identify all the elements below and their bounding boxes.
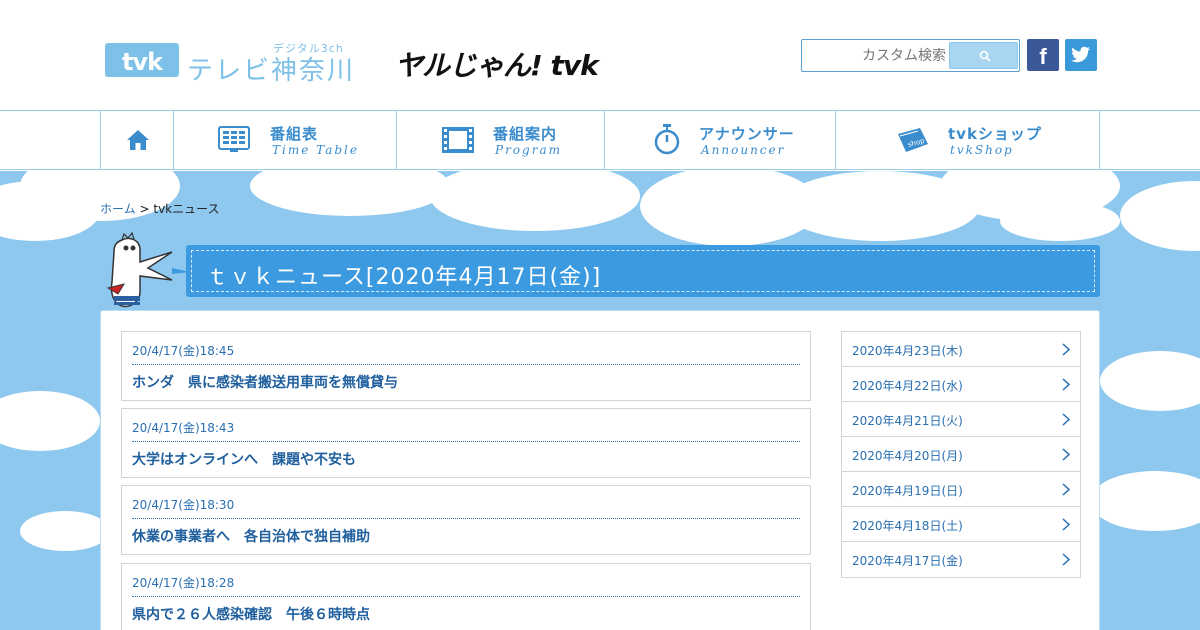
news-timestamp: 20/4/17(金)18:28 <box>132 576 235 590</box>
news-title-link[interactable]: 県内で２６人感染確認 午後６時時点 <box>132 604 370 624</box>
date-link[interactable]: 2020年4月20日(月) <box>852 447 963 464</box>
news-title-link[interactable]: ホンダ 県に感染者搬送用車両を無償貸与 <box>132 372 398 392</box>
date-link[interactable]: 2020年4月18日(土) <box>852 517 963 534</box>
breadcrumb-separator: > <box>139 202 150 216</box>
news-divider <box>132 441 800 442</box>
nav-tvk-shop[interactable]: shop tvkショップ tvkShop <box>836 111 1100 169</box>
nav-announcer-jp: アナウンサー <box>699 125 795 143</box>
nav-time-table-jp: 番組表 <box>270 125 319 143</box>
news-item[interactable]: 20/4/17(金)18:30 休業の事業者へ 各自治体で独自補助 <box>121 485 811 555</box>
date-list-item[interactable]: 2020年4月23日(木) <box>842 332 1080 367</box>
tvk-logo-mark: tvk <box>105 43 179 77</box>
nav-tvk-shop-jp: tvkショップ <box>948 125 1042 143</box>
date-list-item[interactable]: 2020年4月21日(火) <box>842 402 1080 437</box>
facebook-icon[interactable]: f <box>1027 39 1059 71</box>
date-list-item[interactable]: 2020年4月18日(土) <box>842 507 1080 542</box>
shop-bag-icon: shop <box>898 128 928 152</box>
news-title-link[interactable]: 休業の事業者へ 各自治体で独自補助 <box>132 526 370 546</box>
nav-program[interactable]: 番組案内 Program <box>397 111 605 169</box>
date-archive-list: 2020年4月23日(木) 2020年4月22日(水) 2020年4月21日(火… <box>841 331 1081 578</box>
news-item[interactable]: 20/4/17(金)18:43 大学はオンラインへ 課題や不安も <box>121 408 811 478</box>
nav-home[interactable] <box>100 111 174 169</box>
search-icon <box>979 50 991 62</box>
news-divider <box>132 596 800 597</box>
chevron-right-icon <box>1062 518 1070 531</box>
date-list-item[interactable]: 2020年4月20日(月) <box>842 437 1080 472</box>
stopwatch-icon <box>654 124 680 155</box>
site-header: tvk デジタル3ch テレビ神奈川 ヤルじゃん! tvk f <box>0 0 1200 110</box>
chevron-right-icon <box>1062 343 1070 356</box>
twitter-bird-icon <box>1071 46 1090 63</box>
page-title-frame: ｔｖｋニュース[2020年4月17日(金)] <box>191 250 1095 292</box>
chevron-right-icon <box>1062 378 1070 391</box>
custom-search <box>801 39 1020 72</box>
slogan-logo: ヤルじゃん! tvk <box>395 49 599 82</box>
film-icon <box>442 127 474 153</box>
chevron-right-icon <box>1062 553 1070 566</box>
nav-program-en: Program <box>495 143 562 157</box>
date-list-item[interactable]: 2020年4月22日(水) <box>842 367 1080 402</box>
date-list-item[interactable]: 2020年4月19日(日) <box>842 472 1080 507</box>
nav-announcer-en: Announcer <box>701 143 786 157</box>
breadcrumb-current: tvkニュース <box>153 202 220 216</box>
tvk-logo[interactable]: tvk デジタル3ch テレビ神奈川 <box>105 40 365 86</box>
news-item[interactable]: 20/4/17(金)18:45 ホンダ 県に感染者搬送用車両を無償貸与 <box>121 331 811 401</box>
date-link[interactable]: 2020年4月21日(火) <box>852 412 963 429</box>
chevron-right-icon <box>1062 448 1070 461</box>
breadcrumb: ホーム > tvkニュース <box>100 200 220 217</box>
home-icon <box>127 130 149 150</box>
news-timestamp: 20/4/17(金)18:30 <box>132 498 235 512</box>
nav-announcer[interactable]: アナウンサー Announcer <box>605 111 836 169</box>
news-divider <box>132 364 800 365</box>
content-panel: 20/4/17(金)18:45 ホンダ 県に感染者搬送用車両を無償貸与 20/4… <box>100 310 1100 630</box>
nav-time-table-en: Time Table <box>272 143 359 157</box>
mascot-character-icon <box>106 232 190 308</box>
search-button[interactable] <box>949 42 1018 69</box>
news-title-link[interactable]: 大学はオンラインへ 課題や不安も <box>132 449 356 469</box>
chevron-right-icon <box>1062 413 1070 426</box>
logo-station-name: テレビ神奈川 <box>187 56 356 86</box>
news-item[interactable]: 20/4/17(金)18:28 県内で２６人感染確認 午後６時時点 <box>121 563 811 630</box>
news-timestamp: 20/4/17(金)18:43 <box>132 421 235 435</box>
date-link[interactable]: 2020年4月19日(日) <box>852 482 963 499</box>
breadcrumb-home-link[interactable]: ホーム <box>100 202 136 216</box>
nav-time-table[interactable]: 番組表 Time Table <box>174 111 397 169</box>
date-list-item[interactable]: 2020年4月17日(金) <box>842 542 1080 577</box>
timetable-icon <box>218 126 250 152</box>
page-title: ｔｖｋニュース[2020年4月17日(金)] <box>206 265 602 290</box>
search-input[interactable] <box>806 43 946 68</box>
twitter-icon[interactable] <box>1065 39 1097 71</box>
date-link[interactable]: 2020年4月22日(水) <box>852 377 963 394</box>
nav-tvk-shop-en: tvkShop <box>950 143 1014 157</box>
date-link[interactable]: 2020年4月23日(木) <box>852 342 963 359</box>
date-link[interactable]: 2020年4月17日(金) <box>852 552 963 569</box>
news-divider <box>132 518 800 519</box>
global-nav: 番組表 Time Table 番組案内 Program アナウンサー Annou… <box>0 110 1200 170</box>
chevron-right-icon <box>1062 483 1070 496</box>
page-title-bar: ｔｖｋニュース[2020年4月17日(金)] <box>186 245 1100 297</box>
news-timestamp: 20/4/17(金)18:45 <box>132 344 235 358</box>
nav-program-jp: 番組案内 <box>493 125 558 143</box>
